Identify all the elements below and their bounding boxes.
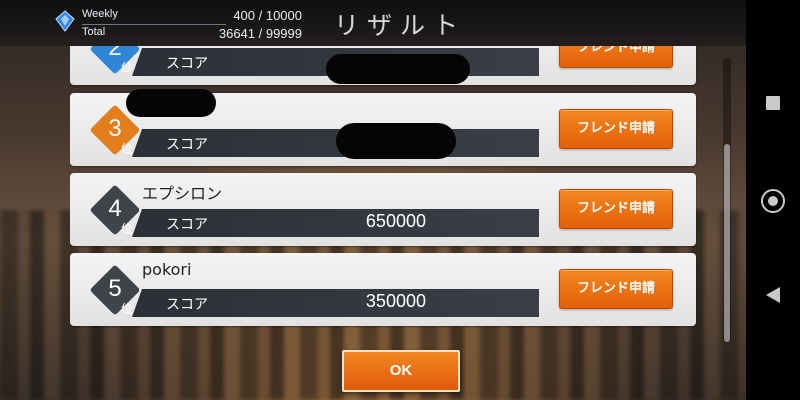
rank-number: 5 (108, 275, 122, 302)
rank-badge: 5 位 (89, 264, 141, 316)
score-label: スコア (166, 297, 208, 313)
rank-suffix: 位 (121, 142, 132, 155)
ranking-row: 2 位 スコア フレンド申請 (70, 46, 696, 85)
friend-request-button[interactable]: フレンド申請 (559, 109, 673, 149)
game-screen: Weekly 400 / 10000 Total 36641 / 99999 リ… (0, 0, 746, 400)
page-title: リザルト (333, 11, 466, 40)
score-label: スコア (166, 217, 208, 233)
score-value: 650000 (365, 211, 426, 231)
friend-request-button[interactable]: フレンド申請 (559, 269, 673, 309)
scrollbar-thumb[interactable] (724, 144, 730, 342)
ranking-row: 3 位 スコア フレンド申請 (70, 89, 696, 166)
rank-number: 3 (108, 115, 122, 142)
redaction-mark (336, 123, 456, 159)
back-icon[interactable] (766, 287, 780, 303)
player-name: pokori (142, 260, 192, 279)
ranking-row: 5 位 pokori スコア 350000 フレンド申請 (70, 253, 696, 326)
redaction-mark (126, 89, 216, 117)
ranking-list[interactable]: 2 位 スコア フレンド申請 3 位 スコア フレンド申請 4 位 エプシロン … (70, 46, 698, 342)
rank-badge: 4 位 (89, 184, 141, 236)
recent-apps-icon[interactable] (766, 96, 780, 110)
rank-suffix: 位 (121, 61, 132, 74)
android-nav-bar (746, 0, 800, 400)
friend-request-button[interactable]: フレンド申請 (559, 189, 673, 229)
rank-badge: 2 位 (89, 46, 141, 75)
friend-request-button[interactable]: フレンド申請 (559, 46, 673, 68)
ranking-row: 4 位 エプシロン スコア 650000 フレンド申請 (70, 173, 696, 246)
score-label: スコア (166, 137, 208, 153)
score-value: 350000 (365, 291, 426, 311)
player-name: エプシロン (142, 184, 223, 203)
ok-button[interactable]: OK (342, 350, 460, 392)
home-icon[interactable] (761, 189, 785, 213)
score-label: スコア (166, 56, 208, 72)
redaction-mark (326, 54, 470, 84)
rank-number: 4 (108, 195, 122, 222)
rank-suffix: 位 (121, 302, 132, 315)
rank-suffix: 位 (121, 222, 132, 235)
